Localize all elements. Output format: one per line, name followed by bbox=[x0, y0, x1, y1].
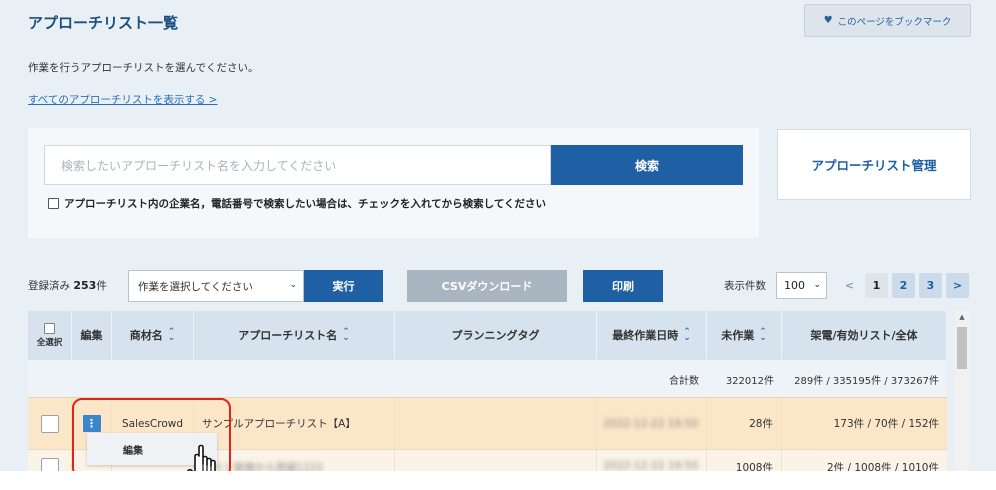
header-last-work[interactable]: 最終作業日時 ⌃ ⌄ bbox=[597, 311, 707, 359]
execute-button[interactable]: 実行 bbox=[304, 270, 383, 302]
header-edit: 編集 bbox=[72, 311, 112, 359]
search-button[interactable]: 検索 bbox=[551, 145, 743, 185]
row-calls: 173件 / 70件 / 152件 bbox=[833, 418, 939, 430]
csv-download-button[interactable]: CSVダウンロード bbox=[407, 270, 567, 302]
print-button[interactable]: 印刷 bbox=[583, 270, 663, 302]
chevron-down-icon: ⌄ bbox=[289, 280, 297, 290]
total-label: 合計数 bbox=[669, 375, 699, 387]
row-planning-tag bbox=[395, 398, 597, 449]
select-all-header[interactable]: 全選択 bbox=[28, 311, 72, 359]
pagination-page-1[interactable]: 1 bbox=[865, 273, 888, 298]
search-input[interactable]: 検索したいアプローチリスト名を入力してください bbox=[44, 145, 551, 185]
header-unworked[interactable]: 未作業 ⌃ ⌄ bbox=[707, 311, 782, 359]
search-in-list-label: アプローチリスト内の企業名，電話番号で検索したい場合は、チェックを入れてから検索… bbox=[64, 198, 547, 210]
sort-icon[interactable]: ⌃ ⌄ bbox=[342, 328, 350, 343]
header-list-name[interactable]: アプローチリスト名 ⌃ ⌄ bbox=[194, 311, 395, 359]
sort-icon[interactable]: ⌃ ⌄ bbox=[168, 328, 176, 343]
per-page-label: 表示件数 bbox=[724, 280, 766, 292]
select-all-checkbox[interactable] bbox=[44, 322, 55, 334]
instruction-text: 作業を行うアプローチリストを選んでください。 bbox=[28, 62, 259, 74]
search-in-list-checkbox[interactable] bbox=[48, 198, 59, 209]
search-in-list-checkbox-row[interactable]: アプローチリスト内の企業名，電話番号で検索したい場合は、チェックを入れてから検索… bbox=[48, 196, 546, 211]
pagination-page-2[interactable]: 2 bbox=[892, 273, 915, 298]
sort-icon[interactable]: ⌃ ⌄ bbox=[759, 328, 767, 343]
page-bottom-edge bbox=[0, 471, 996, 490]
chevron-down-icon: ⌄ bbox=[813, 280, 821, 290]
pagination-prev[interactable]: < bbox=[838, 273, 861, 298]
bookmark-button[interactable]: ♥ このページをブックマーク bbox=[804, 4, 971, 37]
sort-icon[interactable]: ⌃ ⌄ bbox=[683, 328, 691, 343]
per-page-select[interactable]: 100 ⌄ bbox=[776, 272, 827, 299]
registered-count: 登録済み 253件 bbox=[28, 279, 107, 292]
pagination-next[interactable]: > bbox=[946, 273, 969, 298]
bookmark-label: このページをブックマーク bbox=[837, 16, 952, 28]
heart-icon: ♥ bbox=[823, 15, 833, 26]
page-title: アプローチリスト一覧 bbox=[28, 14, 179, 32]
scroll-up-icon[interactable]: ▲ bbox=[957, 313, 967, 321]
row-checkbox[interactable] bbox=[40, 414, 59, 433]
total-calls: 289件 / 335195件 / 373267件 bbox=[794, 375, 939, 387]
show-all-link[interactable]: すべてのアプローチリストを表示する > bbox=[28, 92, 217, 107]
header-planning-tag: プランニングタグ bbox=[395, 311, 597, 359]
row-last-work: 2022-12-22 19:50 bbox=[603, 417, 698, 430]
action-select[interactable]: 作業を選択してください ⌄ bbox=[128, 270, 304, 302]
total-row: 合計数 322012件 289件 / 335195件 / 373267件 bbox=[28, 359, 947, 397]
total-unworked: 322012件 bbox=[725, 375, 774, 387]
header-product[interactable]: 商材名 ⌃ ⌄ bbox=[112, 311, 194, 359]
approach-list-manage-button[interactable]: アプローチリスト管理 bbox=[777, 129, 971, 200]
row-unworked: 28件 bbox=[707, 398, 782, 449]
header-calls: 架電/有効リスト/全体 bbox=[782, 311, 947, 359]
scrollbar-thumb[interactable] bbox=[957, 327, 967, 369]
table-header: 全選択 編集 商材名 ⌃ ⌄ アプローチリスト名 ⌃ ⌄ プランニングタグ 最終作業… bbox=[28, 311, 947, 359]
pagination-page-3[interactable]: 3 bbox=[919, 273, 942, 298]
